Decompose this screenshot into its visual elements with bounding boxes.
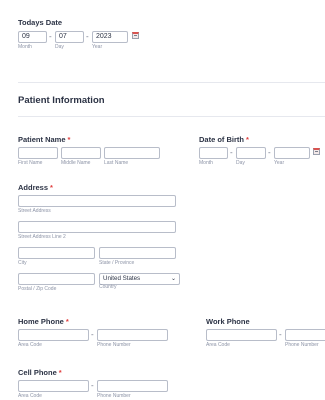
street-address-line2-sublabel: Street Address Line 2 (18, 234, 66, 240)
section-title: Patient Information (18, 95, 105, 106)
city-sublabel: City (18, 260, 27, 266)
dob-month-input[interactable] (199, 147, 228, 159)
work-area-code-sublabel: Area Code (206, 342, 230, 348)
street-address-sublabel: Street Address (18, 208, 51, 214)
first-name-input[interactable] (18, 147, 58, 159)
dob-day-sublabel: Day (236, 160, 245, 166)
state-input[interactable] (99, 247, 176, 259)
city-input[interactable] (18, 247, 95, 259)
work-phone-number-sublabel: Phone Number (285, 342, 319, 348)
date-separator: - (230, 148, 233, 157)
required-marker: * (50, 183, 53, 192)
section-divider (18, 116, 325, 117)
today-month-sublabel: Month (18, 44, 32, 50)
today-year-input[interactable]: 2023 (92, 31, 128, 43)
country-sublabel: Country (99, 284, 117, 290)
date-separator: - (49, 32, 52, 41)
state-sublabel: State / Province (99, 260, 135, 266)
postal-code-input[interactable] (18, 273, 95, 285)
street-address-input[interactable] (18, 195, 176, 207)
work-phone-label: Work Phone (206, 317, 250, 326)
calendar-icon[interactable] (313, 148, 320, 155)
cell-phone-number-input[interactable] (97, 380, 168, 392)
last-name-input[interactable] (104, 147, 160, 159)
cell-area-code-input[interactable] (18, 380, 89, 392)
today-day-sublabel: Day (55, 44, 64, 50)
required-marker: * (58, 368, 62, 377)
date-separator: - (268, 148, 271, 157)
section-divider (18, 82, 325, 83)
postal-code-sublabel: Postal / Zip Code (18, 286, 57, 292)
work-area-code-input[interactable] (206, 329, 277, 341)
last-name-sublabel: Last Name (104, 160, 129, 166)
phone-separator: - (279, 330, 282, 339)
dob-year-input[interactable] (274, 147, 310, 159)
today-year-sublabel: Year (92, 44, 103, 50)
cell-phone-number-sublabel: Phone Number (97, 393, 131, 399)
required-marker: * (65, 317, 69, 326)
country-selected-value: United States (103, 275, 141, 282)
date-separator: - (86, 32, 89, 41)
calendar-icon[interactable] (132, 32, 139, 39)
home-phone-number-sublabel: Phone Number (97, 342, 131, 348)
home-area-code-sublabel: Area Code (18, 342, 42, 348)
dob-day-input[interactable] (236, 147, 266, 159)
date-of-birth-label: Date of Birth * (199, 135, 249, 144)
address-label: Address * (18, 183, 53, 192)
todays-date-label: Todays Date (18, 18, 63, 27)
phone-separator: - (91, 381, 94, 390)
dob-year-sublabel: Year (274, 160, 285, 166)
work-phone-number-input[interactable] (285, 329, 325, 341)
required-marker: * (246, 135, 249, 144)
patient-name-label: Patient Name * (18, 135, 71, 144)
cell-area-code-sublabel: Area Code (18, 393, 42, 399)
first-name-sublabel: First Name (18, 160, 43, 166)
middle-name-input[interactable] (61, 147, 101, 159)
home-area-code-input[interactable] (18, 329, 89, 341)
today-month-input[interactable]: 09 (18, 31, 47, 43)
required-marker: * (67, 135, 71, 144)
chevron-down-icon: ⌄ (170, 276, 176, 282)
phone-separator: - (91, 330, 94, 339)
middle-name-sublabel: Middle Name (61, 160, 91, 166)
street-address-line2-input[interactable] (18, 221, 176, 233)
cell-phone-label: Cell Phone * (18, 368, 62, 377)
home-phone-number-input[interactable] (97, 329, 168, 341)
dob-month-sublabel: Month (199, 160, 213, 166)
today-day-input[interactable]: 07 (55, 31, 84, 43)
home-phone-label: Home Phone * (18, 317, 69, 326)
